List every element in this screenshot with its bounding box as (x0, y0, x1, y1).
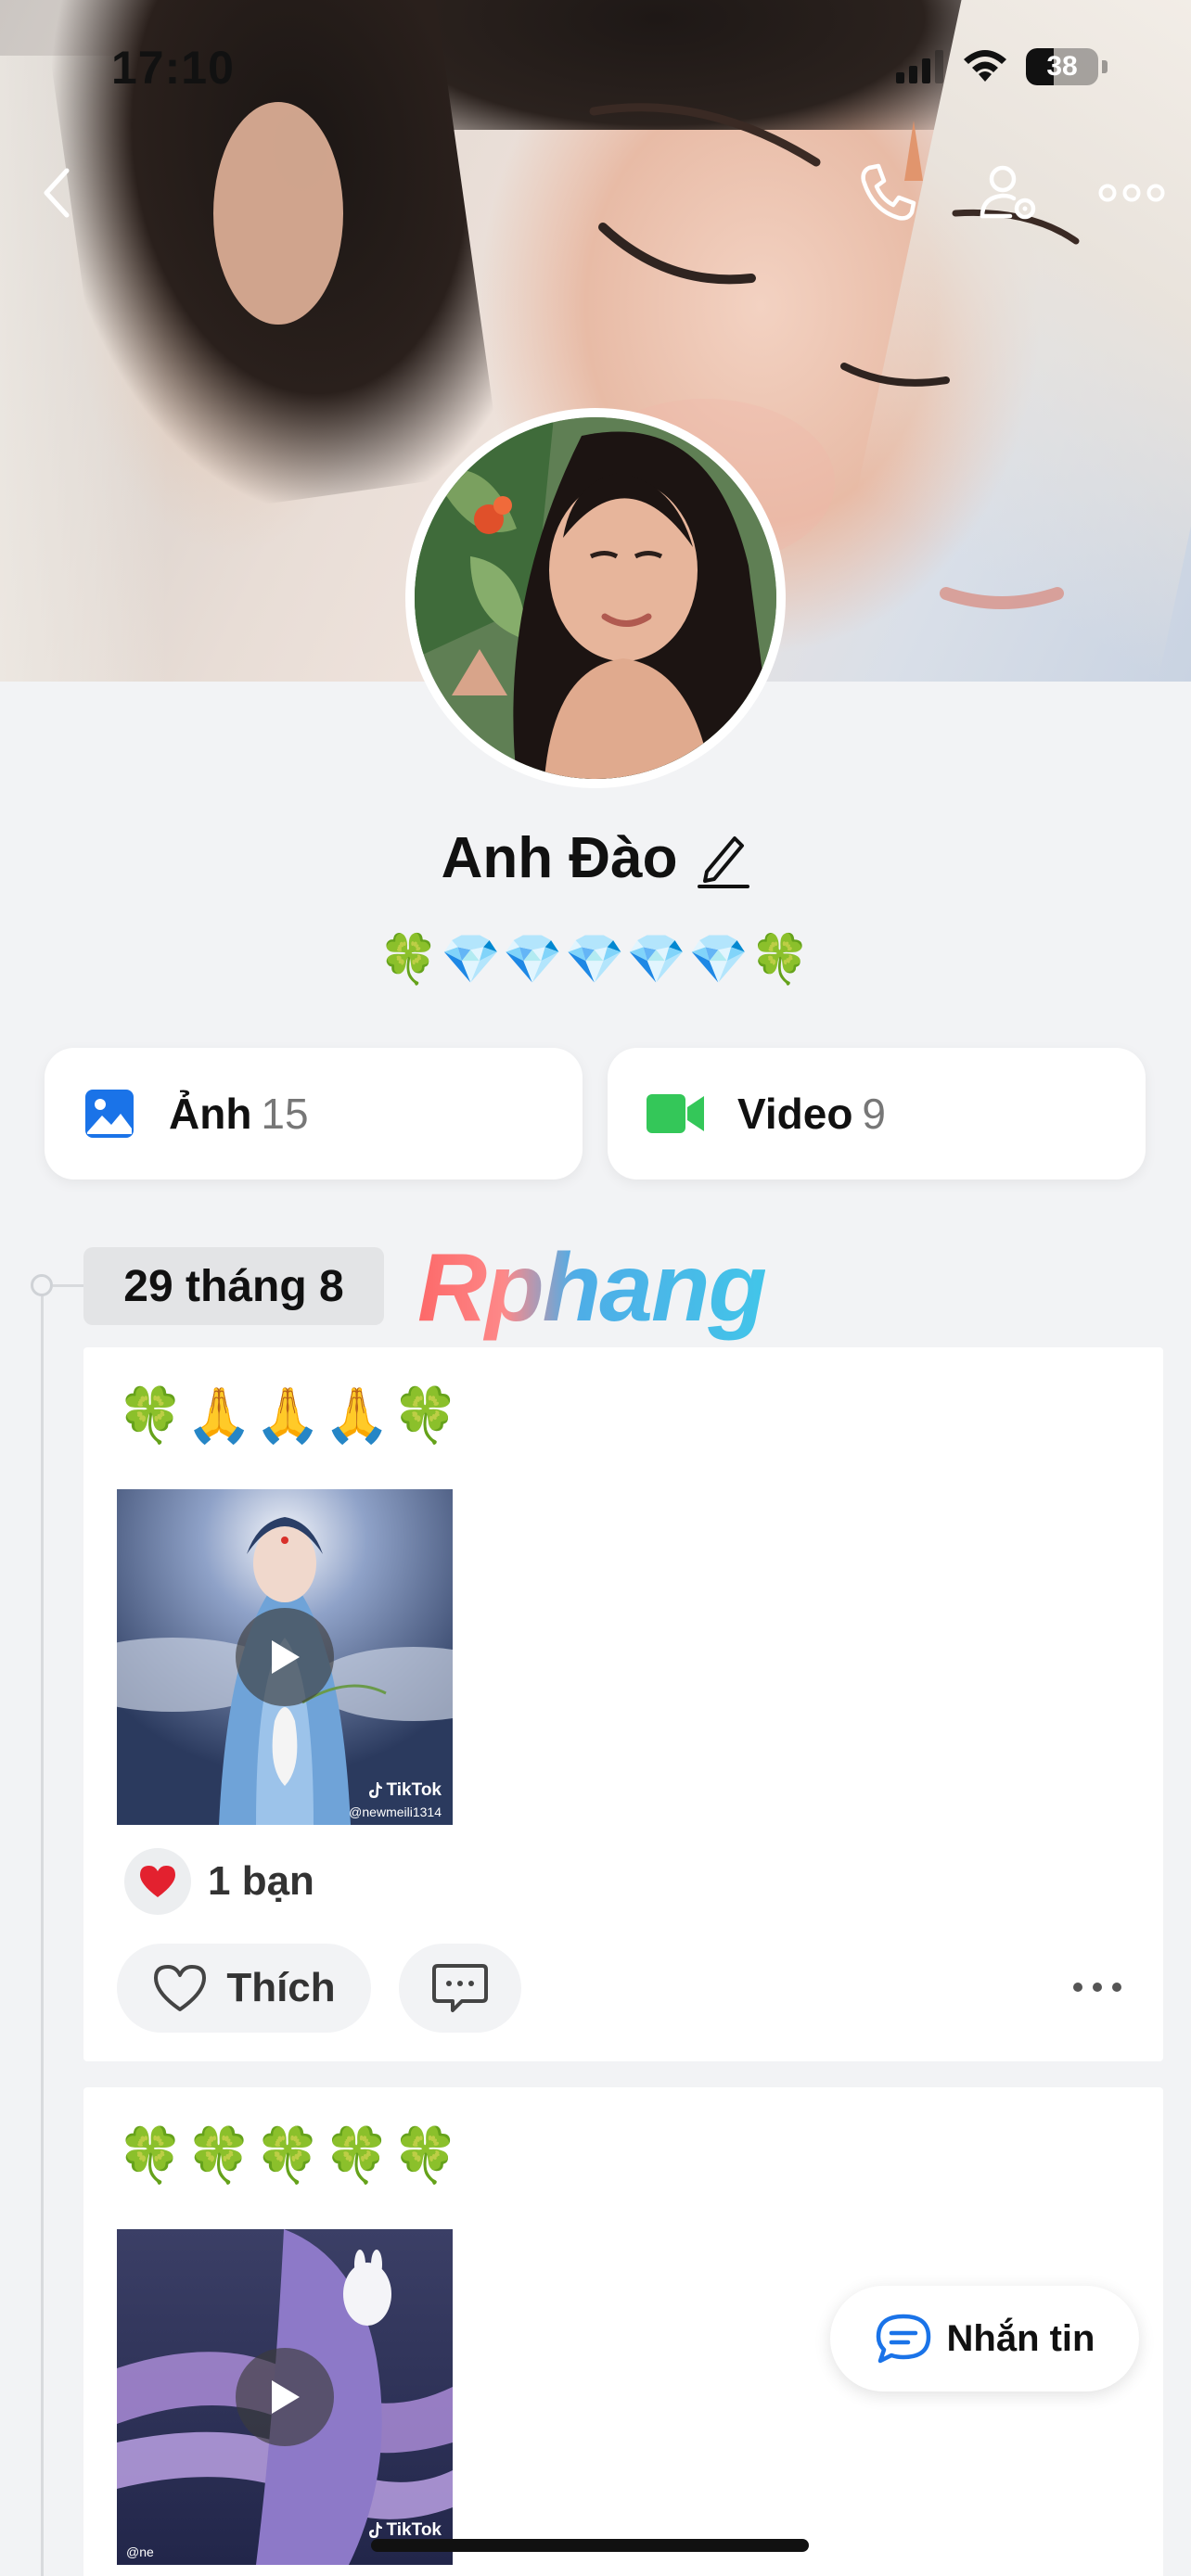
battery-indicator: 38 (1026, 48, 1098, 85)
tiktok-label: TikTok (386, 2520, 442, 2540)
cellular-signal-icon (896, 50, 943, 83)
play-button[interactable] (236, 2348, 334, 2446)
pencil-icon (698, 835, 750, 888)
like-button[interactable]: Thích (117, 1944, 371, 2033)
photos-count: 15 (261, 1090, 309, 1138)
ellipsis-icon (1073, 1983, 1121, 1992)
tiktok-handle: @ne (126, 2544, 154, 2559)
tiktok-label: TikTok (386, 1780, 442, 1800)
comment-button[interactable] (399, 1944, 521, 2033)
post-caption: 🍀🍀🍀🍀🍀 (117, 2123, 462, 2187)
comment-icon (432, 1964, 488, 2012)
reaction-summary[interactable]: 1 bạn (124, 1848, 314, 1915)
back-button[interactable] (20, 156, 95, 230)
videos-label: Video (737, 1090, 853, 1138)
tiktok-watermark: TikTok (368, 1780, 442, 1801)
timeline-dot (31, 1274, 53, 1296)
play-icon (272, 2380, 300, 2414)
like-label: Thích (226, 1965, 336, 2010)
video-camera-icon (647, 1094, 704, 1133)
reaction-heart-badge (124, 1848, 191, 1915)
phone-icon (861, 163, 916, 221)
videos-count: 9 (862, 1090, 887, 1138)
heart-outline-icon (154, 1965, 207, 2011)
watermark-logo: Rphang (417, 1234, 767, 1342)
call-button[interactable] (850, 156, 924, 230)
avatar[interactable] (405, 408, 786, 788)
play-button[interactable] (236, 1608, 334, 1706)
chevron-left-icon (44, 168, 70, 218)
play-icon (272, 1640, 300, 1674)
video-thumbnail[interactable]: TikTok @ne (117, 2229, 453, 2565)
status-time: 17:10 (111, 42, 235, 94)
post-more-button[interactable] (1065, 1959, 1130, 2015)
profile-bio: 🍀💎💎💎💎💎🍀 (378, 932, 813, 988)
profile-name: Anh Đào (441, 826, 678, 890)
battery-cap (1102, 60, 1108, 73)
tiktok-handle: @newmeili1314 (349, 1804, 442, 1819)
videos-card[interactable]: Video 9 (608, 1048, 1146, 1180)
timeline-date: 29 tháng 8 (83, 1247, 384, 1325)
photos-label: Ảnh (169, 1090, 252, 1138)
photo-icon (85, 1090, 134, 1138)
message-button[interactable]: Nhắn tin (830, 2286, 1139, 2391)
post-card: 🍀🙏🙏🙏🍀 TikTok @newmeili1314 1 bạn Thích (83, 1347, 1163, 2061)
ellipsis-icon (1098, 184, 1165, 202)
post-caption: 🍀🙏🙏🙏🍀 (117, 1384, 462, 1447)
profile-name-row: Anh Đào (0, 825, 1191, 891)
timeline-connector (53, 1284, 84, 1287)
tiktok-icon (368, 1782, 382, 1798)
home-indicator (371, 2539, 809, 2552)
status-icons: 38 (896, 46, 1108, 87)
edit-name-button[interactable] (698, 829, 750, 888)
avatar-photo (415, 417, 776, 779)
tiktok-icon (368, 2522, 382, 2538)
user-gear-icon (980, 165, 1036, 220)
photos-card[interactable]: Ảnh 15 (45, 1048, 583, 1180)
tiktok-watermark: TikTok (368, 2520, 442, 2541)
more-options-button[interactable] (1095, 156, 1169, 230)
heart-filled-icon (140, 1866, 175, 1897)
wifi-icon (964, 50, 1006, 82)
video-thumbnail[interactable]: TikTok @newmeili1314 (117, 1489, 453, 1825)
timeline-line (41, 1284, 44, 2576)
battery-level-text: 38 (1046, 51, 1078, 82)
message-label: Nhắn tin (946, 2317, 1095, 2359)
user-settings-button[interactable] (972, 156, 1046, 230)
reaction-count-text: 1 bạn (208, 1858, 314, 1904)
chat-bubble-icon (876, 2314, 930, 2364)
status-bar: 17:10 38 (0, 0, 1191, 130)
